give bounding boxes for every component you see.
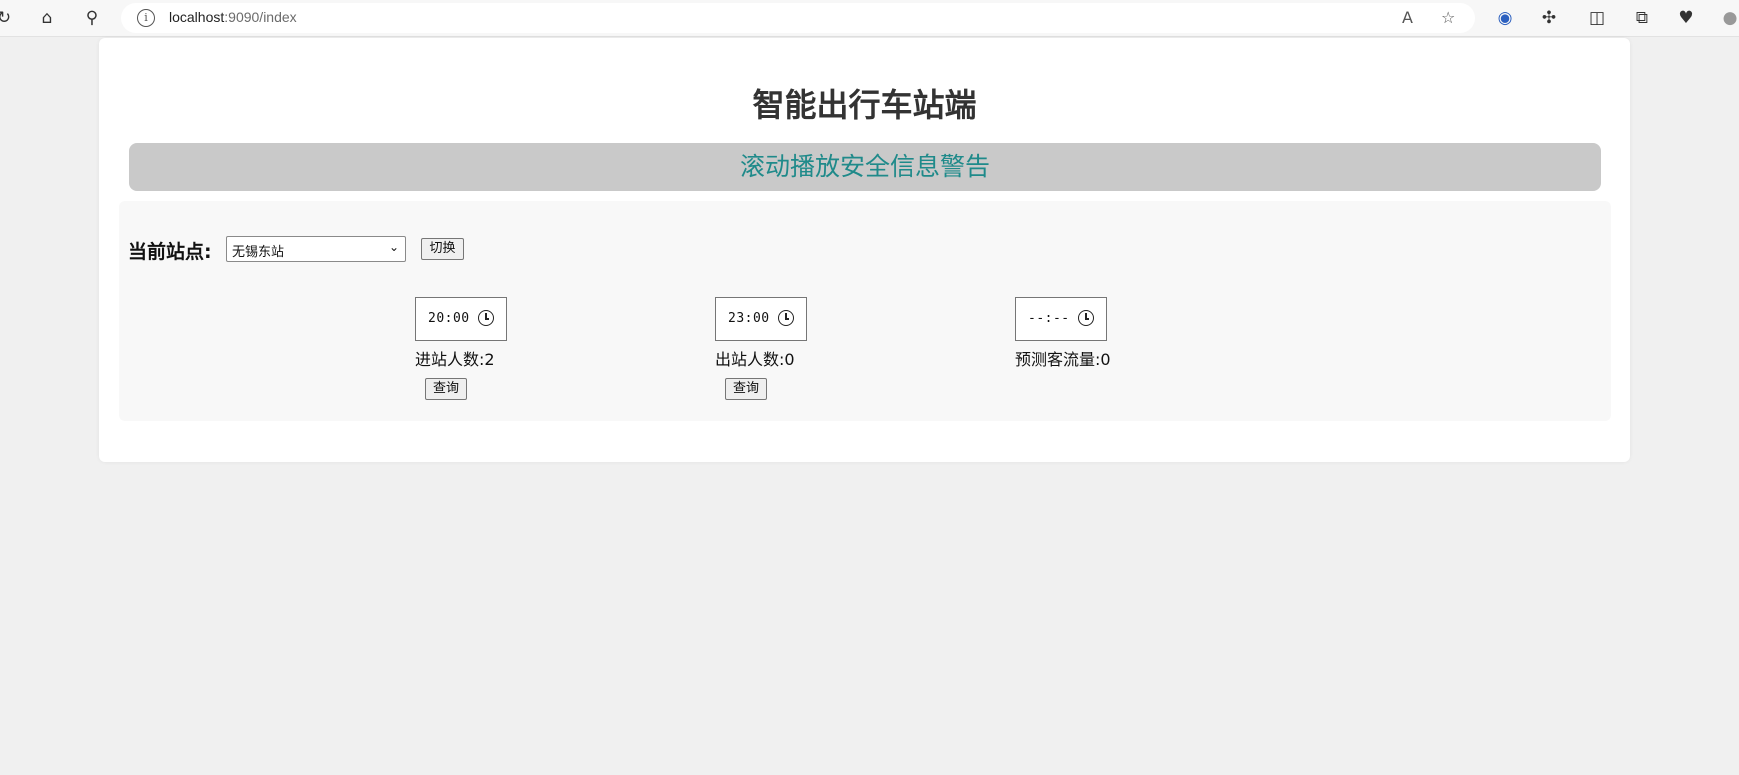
- entry-query-button[interactable]: 查询: [425, 378, 467, 400]
- page-title: 智能出行车站端: [752, 86, 977, 124]
- split-screen-icon[interactable]: ◫: [1587, 8, 1607, 28]
- extension-edge-icon[interactable]: ◉: [1495, 8, 1515, 28]
- health-icon[interactable]: ♥: [1676, 8, 1696, 28]
- exit-count: 出站人数:0: [715, 350, 795, 369]
- clock-icon[interactable]: [778, 310, 794, 326]
- search-icon[interactable]: ⚲: [82, 8, 102, 28]
- exit-time-value: 23:00: [728, 311, 770, 326]
- forecast-flow: 预测客流量:0: [1015, 350, 1111, 369]
- main-card: 智能出行车站端 滚动播放安全信息警告 当前站点: 无锡东站 ⌄ 切换 20:00…: [99, 38, 1630, 462]
- collections-icon[interactable]: ⧉: [1632, 8, 1652, 28]
- refresh-icon[interactable]: ↻: [0, 8, 14, 28]
- read-aloud-icon[interactable]: A: [1402, 8, 1413, 27]
- chevron-down-icon: ⌄: [388, 240, 399, 254]
- forecast-time-input[interactable]: --:--: [1015, 297, 1107, 341]
- entry-time-value: 20:00: [428, 311, 470, 326]
- forecast-time-value: --:--: [1028, 311, 1070, 326]
- station-select[interactable]: 无锡东站 ⌄: [226, 236, 406, 262]
- url-text[interactable]: localhost:9090/index: [169, 9, 297, 25]
- entry-time-input[interactable]: 20:00: [415, 297, 507, 341]
- address-bar[interactable]: i localhost:9090/index A ☆: [121, 3, 1475, 33]
- home-icon[interactable]: ⌂: [37, 8, 57, 28]
- profile-avatar-icon[interactable]: ●: [1720, 8, 1739, 28]
- site-info-icon[interactable]: i: [137, 9, 155, 27]
- switch-button[interactable]: 切换: [421, 238, 464, 260]
- station-selected-value: 无锡东站: [232, 245, 285, 260]
- station-label: 当前站点:: [128, 241, 212, 263]
- clock-icon[interactable]: [1078, 310, 1094, 326]
- exit-query-button[interactable]: 查询: [725, 378, 767, 400]
- exit-time-input[interactable]: 23:00: [715, 297, 807, 341]
- station-panel: 当前站点: 无锡东站 ⌄ 切换 20:00 进站人数:2 查询 23:00 出站…: [119, 201, 1611, 421]
- clock-icon[interactable]: [478, 310, 494, 326]
- extensions-puzzle-icon[interactable]: ✣: [1539, 8, 1559, 28]
- browser-toolbar: ↻ ⌂ ⚲ i localhost:9090/index A ☆ ◉ ✣ ◫ ⧉…: [0, 0, 1739, 37]
- entry-count: 进站人数:2: [415, 350, 495, 369]
- favorite-star-icon[interactable]: ☆: [1441, 8, 1455, 27]
- safety-banner: 滚动播放安全信息警告: [129, 143, 1601, 191]
